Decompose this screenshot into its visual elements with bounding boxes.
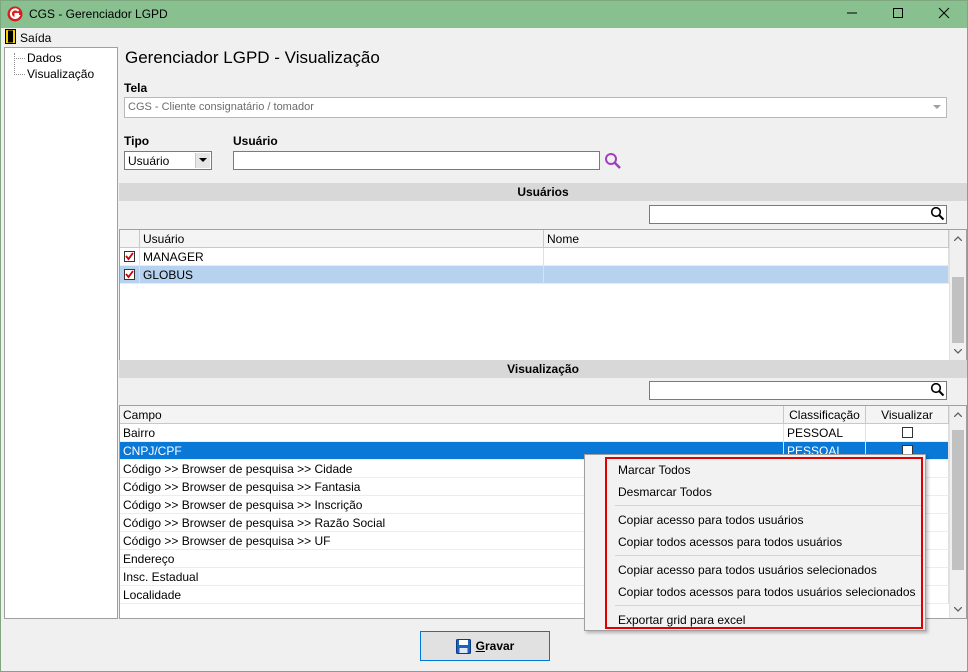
minimize-icon xyxy=(846,7,858,22)
type-select-value: Usuário xyxy=(128,154,170,168)
view-section-title: Visualização xyxy=(507,362,579,376)
scroll-thumb[interactable] xyxy=(952,430,964,570)
title-bar: CGS - Gerenciador LGPD xyxy=(1,1,967,28)
save-label: ravar xyxy=(484,639,515,653)
maximize-button[interactable] xyxy=(875,1,921,28)
tree-connector xyxy=(14,74,25,75)
menu-exit-label: Saída xyxy=(20,30,52,45)
minimize-button[interactable] xyxy=(829,1,875,28)
screen-select[interactable]: CGS - Cliente consignatário / tomador xyxy=(124,97,947,118)
row-checkbox-cell xyxy=(120,266,140,284)
exit-door-icon xyxy=(5,28,16,47)
users-grid: Usuário Nome MANAGER GLOBUS xyxy=(119,229,967,361)
view-header-classification[interactable]: Classificação xyxy=(784,406,866,424)
users-section-title: Usuários xyxy=(517,185,569,199)
row-checkbox[interactable] xyxy=(124,251,135,262)
users-section-header: Usuários xyxy=(119,183,967,201)
users-filter-input[interactable] xyxy=(649,205,947,224)
type-select[interactable]: Usuário xyxy=(124,151,212,170)
table-row[interactable]: GLOBUS xyxy=(120,266,949,284)
tree-item-dados[interactable]: Dados xyxy=(27,51,62,65)
screen-label: Tela xyxy=(124,81,148,95)
close-button[interactable] xyxy=(921,1,967,28)
view-header-field[interactable]: Campo xyxy=(120,406,784,424)
scroll-thumb[interactable] xyxy=(952,277,964,343)
table-row[interactable]: Bairro PESSOAL xyxy=(120,424,949,442)
view-checkbox[interactable] xyxy=(902,427,913,438)
tree-connector xyxy=(14,58,25,59)
users-header-user[interactable]: Usuário xyxy=(140,230,544,248)
search-icon[interactable] xyxy=(930,382,945,400)
name-cell xyxy=(544,266,949,284)
view-filter-input[interactable] xyxy=(649,381,947,400)
scroll-down-icon[interactable] xyxy=(950,343,966,360)
view-grid-scrollbar[interactable] xyxy=(949,406,966,618)
table-row[interactable]: MANAGER xyxy=(120,248,949,266)
save-icon xyxy=(455,638,471,654)
app-logo-icon xyxy=(7,6,23,22)
users-header-check xyxy=(120,230,140,248)
screen-select-value: CGS - Cliente consignatário / tomador xyxy=(128,101,314,113)
user-input[interactable] xyxy=(233,151,600,170)
users-grid-header: Usuário Nome xyxy=(120,230,949,248)
page-title: Gerenciador LGPD - Visualização xyxy=(125,48,380,67)
view-cell xyxy=(866,424,949,442)
chevron-down-icon xyxy=(929,99,945,116)
scroll-down-icon[interactable] xyxy=(950,601,966,618)
type-label: Tipo xyxy=(124,134,150,148)
row-checkbox[interactable] xyxy=(124,269,135,280)
tree-connector xyxy=(14,53,15,75)
user-input-value xyxy=(234,152,599,156)
classification-cell: PESSOAL xyxy=(784,424,866,442)
user-label: Usuário xyxy=(233,134,278,148)
view-filter-value xyxy=(650,382,946,386)
user-cell: MANAGER xyxy=(140,248,544,266)
menu-exit[interactable]: Saída xyxy=(5,28,52,47)
field-cell: Bairro xyxy=(120,424,784,442)
tree-item-visualizacao[interactable]: Visualização xyxy=(27,67,94,81)
save-button[interactable]: Gravar xyxy=(420,631,550,661)
users-header-name[interactable]: Nome xyxy=(544,230,949,248)
chevron-down-icon xyxy=(195,153,210,168)
window-title: CGS - Gerenciador LGPD xyxy=(29,7,168,21)
user-cell: GLOBUS xyxy=(140,266,544,284)
close-icon xyxy=(938,7,950,22)
name-cell xyxy=(544,248,949,266)
save-label-accel: G xyxy=(475,639,485,653)
main-window: CGS - Gerenciador LGPD Saída Dados Visua… xyxy=(0,0,968,672)
search-icon[interactable] xyxy=(604,152,622,173)
navigation-tree: Dados Visualização xyxy=(4,47,118,619)
view-section-header: Visualização xyxy=(119,360,967,378)
users-grid-scrollbar[interactable] xyxy=(949,230,966,360)
users-filter-value xyxy=(650,206,946,210)
view-header-view[interactable]: Visualizar xyxy=(866,406,949,424)
scroll-up-icon[interactable] xyxy=(950,230,966,247)
search-icon[interactable] xyxy=(930,206,945,224)
row-checkbox-cell xyxy=(120,248,140,266)
view-grid-header: Campo Classificação Visualizar xyxy=(120,406,949,424)
maximize-icon xyxy=(892,7,904,22)
context-menu-highlight xyxy=(605,457,923,629)
scroll-up-icon[interactable] xyxy=(950,406,966,423)
menu-bar: Saída xyxy=(1,28,967,47)
